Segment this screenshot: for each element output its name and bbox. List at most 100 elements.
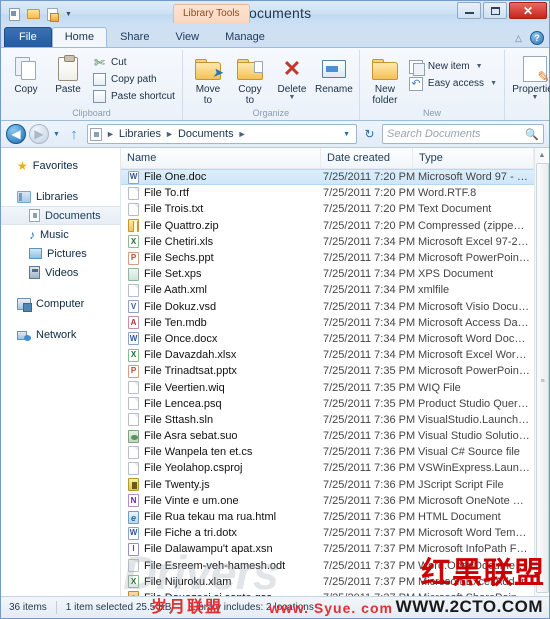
table-row[interactable]: W File One.doc 7/25/2011 7:20 PM Microsoft … — [121, 169, 534, 186]
easy-access-chevron-down-icon[interactable]: ▼ — [490, 77, 497, 91]
copy-to-button[interactable]: Copy to — [229, 52, 271, 108]
minimize-button[interactable] — [457, 2, 481, 19]
table-row[interactable]: File To.rtf 7/25/2011 7:20 PM Word.RTF.8 — [121, 185, 534, 201]
breadcrumb[interactable]: ► Libraries ► Documents ► ▼ — [86, 124, 357, 144]
sidebar-item-computer[interactable]: Computer — [1, 294, 120, 313]
file-name-label: File One.doc — [144, 171, 207, 184]
sidebar-item-libraries[interactable]: Libraries — [1, 187, 120, 206]
table-row[interactable]: W File Once.docx 7/25/2011 7:34 PM Microsof… — [121, 331, 534, 347]
contextual-tab-library-tools[interactable]: Library Tools — [173, 4, 250, 23]
file-type-cell: Microsoft PowerPoint Prese... — [418, 365, 534, 378]
address-chevron-down-icon[interactable]: ▼ — [339, 131, 354, 138]
table-row[interactable]: I File Dalawampu't apat.xsn 7/25/2011 7:37… — [121, 541, 534, 557]
file-date-cell: 7/25/2011 7:36 PM — [323, 511, 416, 524]
minimize-ribbon-icon[interactable]: △ — [512, 32, 525, 45]
window-controls: ✕ — [457, 2, 547, 19]
paste-shortcut-button[interactable]: Paste shortcut — [89, 88, 178, 105]
file-list-pane: Name Date created Type W File One.doc 7/25… — [121, 148, 534, 596]
sidebar-item-label: Pictures — [47, 247, 87, 260]
new-item-chevron-down-icon[interactable]: ▼ — [476, 60, 483, 74]
file-type-cell: Microsoft InfoPath Form Te... — [418, 543, 534, 556]
table-row[interactable]: File Wanpela ten et.cs 7/25/2011 7:36 PM V… — [121, 444, 534, 460]
paste-button[interactable]: Paste — [47, 52, 89, 97]
rename-label: Rename — [315, 84, 353, 95]
scroll-up-arrow-icon[interactable]: ▲ — [535, 148, 550, 163]
back-button[interactable]: ◀ — [6, 124, 26, 144]
table-row[interactable]: X File Davazdah.xlsx 7/25/2011 7:34 PM Micr… — [121, 347, 534, 363]
copy-path-button[interactable]: Copy path — [89, 71, 178, 88]
blank-file-icon — [128, 283, 139, 297]
file-date-cell: 7/25/2011 7:20 PM — [323, 171, 416, 184]
table-row[interactable]: File Rua tekau ma rua.html 7/25/2011 7:36… — [121, 509, 534, 525]
tab-share[interactable]: Share — [107, 27, 162, 47]
rename-button[interactable]: Rename — [313, 52, 355, 97]
sidebar-item-music[interactable]: ♪ Music — [1, 225, 120, 244]
up-button[interactable]: ↑ — [64, 124, 84, 144]
table-row[interactable]: File Quattro.zip 7/25/2011 7:20 PM Compres… — [121, 218, 534, 234]
delete-chevron-down-icon[interactable]: ▼ — [288, 94, 295, 101]
easy-access-button[interactable]: Easy access ▼ — [406, 75, 500, 92]
table-row[interactable]: File Trois.txt 7/25/2011 7:20 PM Text Docu… — [121, 201, 534, 217]
tab-manage[interactable]: Manage — [212, 27, 278, 47]
refresh-button[interactable]: ↻ — [360, 124, 379, 144]
column-header-type[interactable]: Type — [413, 148, 534, 168]
sidebar-item-network[interactable]: Network — [1, 325, 120, 344]
move-to-button[interactable]: ➤ Move to — [187, 52, 229, 108]
delete-button[interactable]: ✕ Delete ▼ — [271, 52, 313, 103]
table-row[interactable]: File Veertien.wiq 7/25/2011 7:35 PM WIQ Fi… — [121, 379, 534, 395]
table-row[interactable]: N File Vinte e um.one 7/25/2011 7:36 PM Mic… — [121, 493, 534, 509]
column-header-name[interactable]: Name — [121, 148, 321, 168]
cut-button[interactable]: ✄ Cut — [89, 54, 178, 71]
ribbon-group-label-new: New — [422, 108, 441, 118]
copy-button[interactable]: Copy — [5, 52, 47, 97]
status-divider — [55, 601, 57, 614]
help-icon[interactable]: ? — [530, 31, 544, 45]
recent-locations-chevron-down-icon[interactable]: ▼ — [52, 131, 61, 138]
tab-view[interactable]: View — [162, 27, 212, 47]
table-row[interactable]: W File Fiche a tri.dotx 7/25/2011 7:37 PM M… — [121, 525, 534, 541]
copy-to-label-line2: to — [245, 95, 255, 106]
table-row[interactable]: File Lencea.psq 7/25/2011 7:35 PM Product … — [121, 396, 534, 412]
new-item-label: New item — [427, 60, 470, 72]
table-row[interactable]: P File Sechs.ppt 7/25/2011 7:34 PM Microsof… — [121, 250, 534, 266]
scrollbar-track[interactable]: ≡ — [535, 163, 550, 596]
forward-button[interactable]: ▶ — [29, 124, 49, 144]
table-row[interactable]: File Twenty.js 7/25/2011 7:36 PM JScript S… — [121, 477, 534, 493]
table-row[interactable]: File Sttash.sln 7/25/2011 7:36 PM VisualSt… — [121, 412, 534, 428]
table-row[interactable]: File Asra sebat.suo 7/25/2011 7:36 PM Visu… — [121, 428, 534, 444]
tab-file[interactable]: File — [4, 27, 52, 47]
tab-home[interactable]: Home — [51, 27, 108, 47]
file-name-cell: File Yeolahop.csproj — [121, 461, 321, 475]
breadcrumb-libraries[interactable]: Libraries — [117, 128, 163, 140]
cut-icon: ✄ — [94, 54, 105, 70]
table-row[interactable]: P File Trinadtsat.pptx 7/25/2011 7:35 PM Mi… — [121, 363, 534, 379]
table-row[interactable]: File Esreem-veh-hamesh.odt 7/25/2011 7:37… — [121, 558, 534, 574]
vertical-scrollbar[interactable]: ▲ ≡ — [534, 148, 549, 596]
table-row[interactable]: File Set.xps 7/25/2011 7:34 PM XPS Documen… — [121, 266, 534, 282]
maximize-button[interactable] — [483, 2, 507, 19]
table-row[interactable]: File Yeolahop.csproj 7/25/2011 7:36 PM VSW… — [121, 460, 534, 476]
close-button[interactable]: ✕ — [509, 2, 547, 19]
file-date-cell: 7/25/2011 7:34 PM — [323, 349, 416, 362]
breadcrumb-documents[interactable]: Documents — [176, 128, 236, 140]
search-input[interactable]: Search Documents 🔍 — [382, 124, 544, 144]
new-item-button[interactable]: New item ▼ — [406, 58, 500, 76]
delete-icon: ✕ — [282, 56, 302, 81]
table-row[interactable]: A File Ten.mdb 7/25/2011 7:34 PM Microsoft … — [121, 315, 534, 331]
new-folder-button[interactable]: New folder — [364, 52, 406, 108]
table-row[interactable]: X File Chetiri.xls 7/25/2011 7:34 PM Micros… — [121, 234, 534, 250]
table-row[interactable]: File Aath.xml 7/25/2011 7:34 PM xmlfile — [121, 282, 534, 298]
sidebar-item-videos[interactable]: Videos — [1, 263, 120, 282]
table-row[interactable]: V File Dokuz.vsd 7/25/2011 7:34 PM Microsof… — [121, 299, 534, 315]
table-row[interactable]: X File Nijuroku.xlam 7/25/2011 7:37 PM Micr… — [121, 574, 534, 590]
copy-label: Copy — [14, 84, 38, 95]
sidebar-item-pictures[interactable]: Pictures — [1, 244, 120, 263]
status-selection: 1 item selected 25.5 KB — [65, 602, 172, 613]
search-icon[interactable]: 🔍 — [525, 128, 539, 141]
properties-chevron-down-icon[interactable]: ▼ — [532, 94, 539, 101]
column-header-date-created[interactable]: Date created — [321, 148, 413, 168]
sidebar-item-favorites[interactable]: ★ Favorites — [1, 156, 120, 175]
sidebar-item-documents[interactable]: Documents — [1, 206, 120, 225]
properties-button[interactable]: Properties ▼ — [509, 52, 550, 103]
scrollbar-thumb[interactable]: ≡ — [535, 163, 549, 593]
